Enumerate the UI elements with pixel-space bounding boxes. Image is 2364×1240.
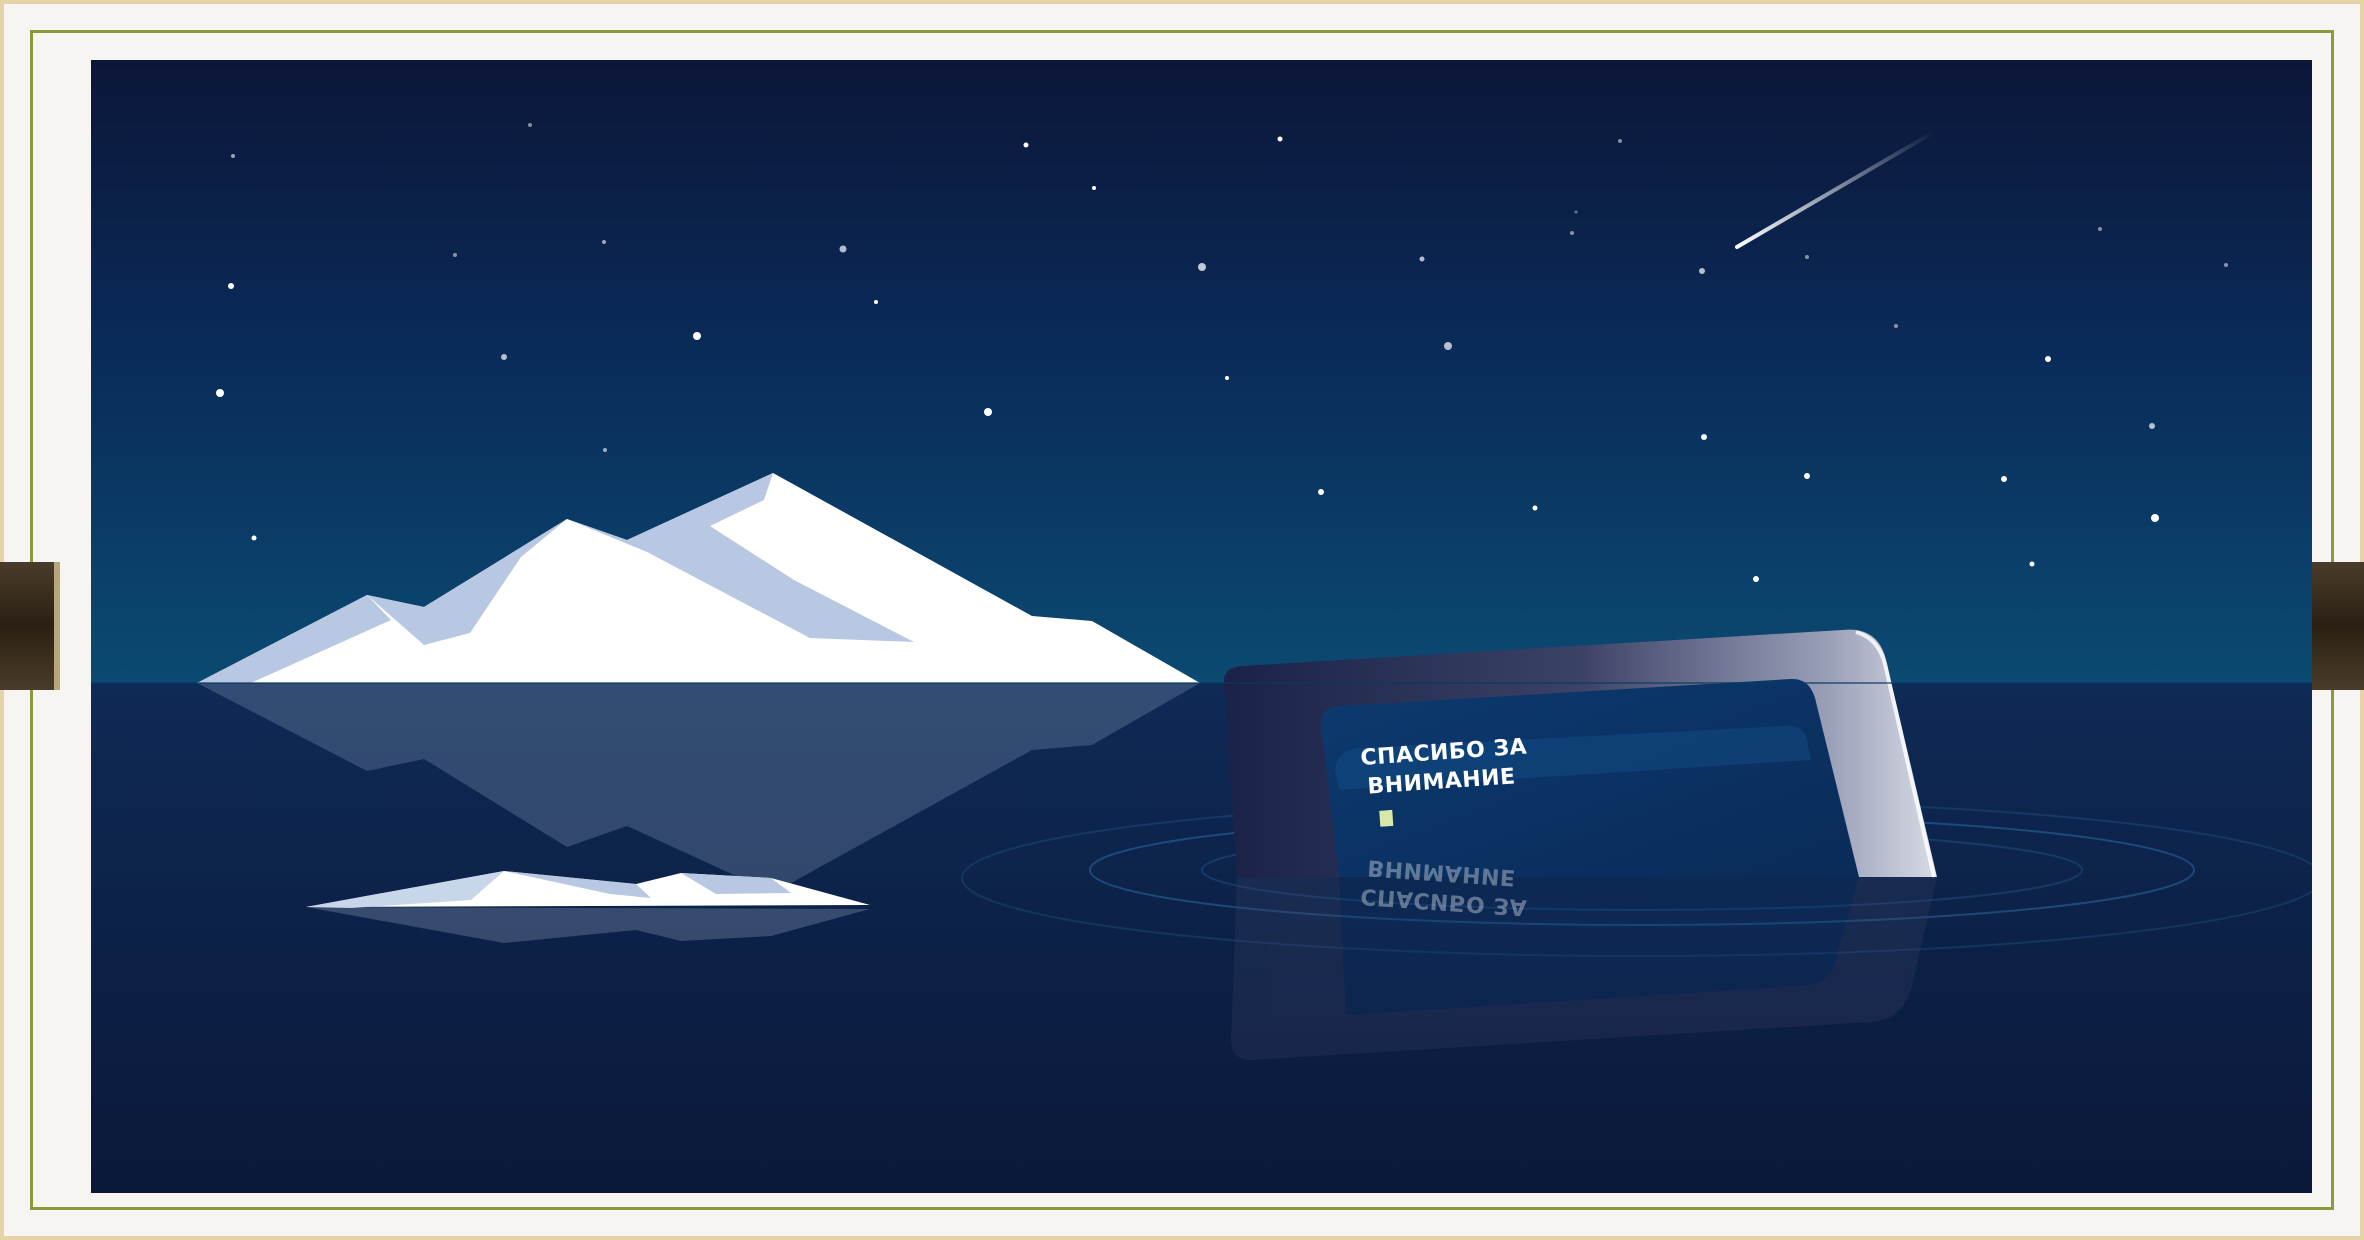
- night-sky: [91, 60, 2312, 683]
- right-side-tab: [2304, 562, 2364, 690]
- sunken-monitor: [1223, 629, 1937, 878]
- cursor-block: [1379, 809, 1394, 827]
- night-ocean-scene: СПАСИБО ЗА ВНИМАНИЕ СПАСИБО ЗА ВНИМАНИЕ: [91, 60, 2312, 1193]
- left-side-tab: [0, 562, 60, 690]
- scene-illustration: СПАСИБО ЗА ВНИМАНИЕ СПАСИБО ЗА ВНИМАНИЕ: [91, 60, 2312, 1193]
